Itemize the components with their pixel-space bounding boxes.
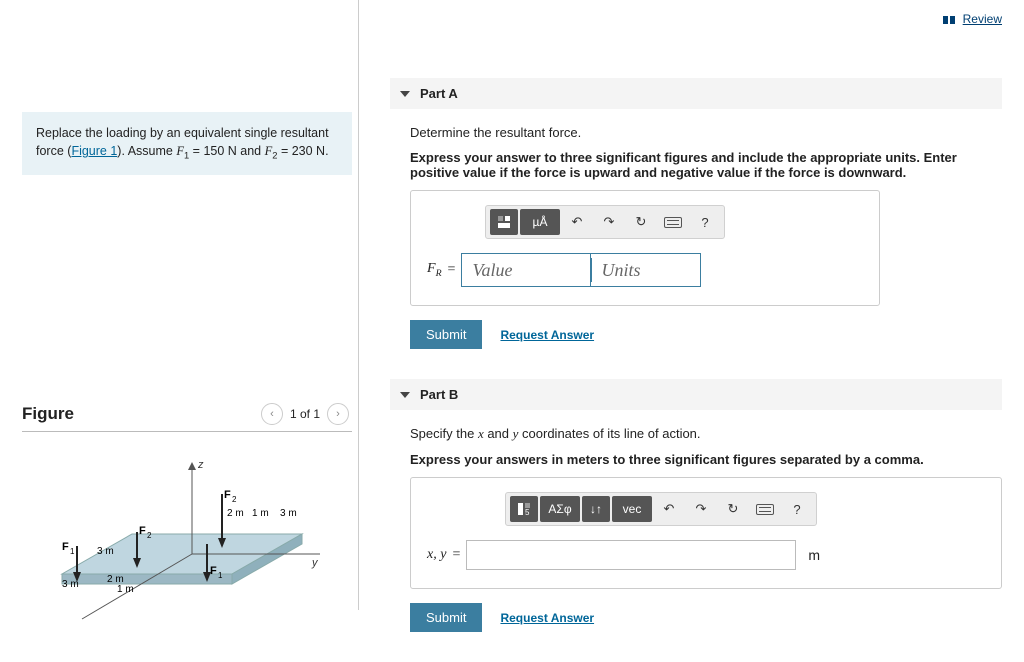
figure-title: Figure [22,404,258,424]
f1-symbol: F [176,144,184,158]
svg-text:1 m: 1 m [117,584,134,595]
part-b-line1: Specify the x and y coordinates of its l… [410,426,1002,442]
part-a-submit-row: Submit Request Answer [410,320,1002,349]
svg-text:1: 1 [218,571,223,580]
part-a-request-answer[interactable]: Request Answer [500,328,594,342]
reset-button[interactable]: ↻ [718,496,748,522]
template-icon[interactable] [490,209,518,235]
problem-text-3: = 150 N and [189,144,264,158]
help-button[interactable]: ? [782,496,812,522]
part-b-submit-row: Submit Request Answer [410,603,1002,632]
part-b-header[interactable]: Part B [390,379,1002,410]
right-column: Part A Determine the resultant force. Ex… [390,78,1002,662]
figure-diagram: z y F2 F2 F1 F1 3 m 2 m 1 m 3 m 3 m 2 m [22,454,322,624]
equals-sign: = [448,262,456,278]
part-b-answer-box: 5 ΑΣφ ↓↑ vec ↶ ↷ ↻ ? x, y = m [410,477,1002,589]
svg-text:F: F [62,541,69,553]
keyboard-icon [756,504,774,515]
part-a-body: Determine the resultant force. Express y… [390,125,1002,379]
problem-text-2: ). Assume [117,144,176,158]
figure-prev-button[interactable]: ‹ [261,403,283,425]
review-icon [943,16,955,24]
part-a-answer-box: µÅ ↶ ↷ ↻ ? FR = Value Units [410,190,880,306]
help-button[interactable]: ? [690,209,720,235]
vec-button[interactable]: vec [612,496,652,522]
svg-text:5: 5 [525,508,530,516]
updown-button[interactable]: ↓↑ [582,496,610,522]
equals-sign: = [452,547,460,563]
greek-button[interactable]: ΑΣφ [540,496,580,522]
keyboard-button[interactable] [658,209,688,235]
redo-button[interactable]: ↷ [686,496,716,522]
keyboard-icon [664,217,682,228]
left-column: Replace the loading by an equivalent sin… [22,0,352,624]
svg-text:1 m: 1 m [252,508,269,519]
part-b-line2: Express your answers in meters to three … [410,452,1002,467]
template-icon[interactable]: 5 [510,496,538,522]
undo-button[interactable]: ↶ [654,496,684,522]
part-b-input-row: x, y = m [427,540,985,570]
redo-button[interactable]: ↷ [594,209,624,235]
part-a-line1: Determine the resultant force. [410,125,1002,140]
figure-next-button[interactable]: › [327,403,349,425]
unit-m: m [808,547,820,563]
undo-button[interactable]: ↶ [562,209,592,235]
keyboard-button[interactable] [750,496,780,522]
svg-text:2: 2 [232,495,237,504]
figure-header: Figure ‹ 1 of 1 › [22,403,352,432]
collapse-icon [400,91,410,97]
value-input[interactable]: Value [461,253,591,287]
axis-y: y [311,557,319,569]
part-b-request-answer[interactable]: Request Answer [500,611,594,625]
axis-z: z [197,459,204,471]
part-b-body: Specify the x and y coordinates of its l… [390,426,1002,662]
part-a-header[interactable]: Part A [390,78,1002,109]
svg-text:F: F [139,525,146,537]
part-a-line2: Express your answer to three significant… [410,150,1002,180]
column-divider [358,0,359,610]
part-a-title: Part A [420,86,458,101]
review-link[interactable]: Review [963,12,1002,26]
part-a-toolbar: µÅ ↶ ↷ ↻ ? [485,205,725,239]
part-b-toolbar: 5 ΑΣφ ↓↑ vec ↶ ↷ ↻ ? [505,492,817,526]
svg-text:3 m: 3 m [280,508,297,519]
svg-text:F: F [210,565,217,577]
svg-text:2: 2 [147,531,152,540]
svg-text:1: 1 [70,547,75,556]
svg-text:3 m: 3 m [97,546,114,557]
xy-input[interactable] [466,540,796,570]
svg-text:F: F [224,489,231,501]
units-input[interactable]: Units [591,253,701,287]
review-link-wrap: Review [943,12,1002,26]
figure-link[interactable]: Figure 1 [71,144,117,158]
part-a-input-row: FR = Value Units [427,253,863,287]
problem-statement: Replace the loading by an equivalent sin… [22,112,352,175]
units-button[interactable]: µÅ [520,209,560,235]
fr-label: FR [427,261,442,279]
collapse-icon [400,392,410,398]
figure-count: 1 of 1 [290,407,320,421]
svg-text:2 m: 2 m [227,508,244,519]
problem-text-4: = 230 N. [277,144,328,158]
part-a-submit-button[interactable]: Submit [410,320,482,349]
xy-label: x, y [427,547,446,563]
part-b-title: Part B [420,387,458,402]
reset-button[interactable]: ↻ [626,209,656,235]
part-b-submit-button[interactable]: Submit [410,603,482,632]
svg-text:3 m: 3 m [62,579,79,590]
